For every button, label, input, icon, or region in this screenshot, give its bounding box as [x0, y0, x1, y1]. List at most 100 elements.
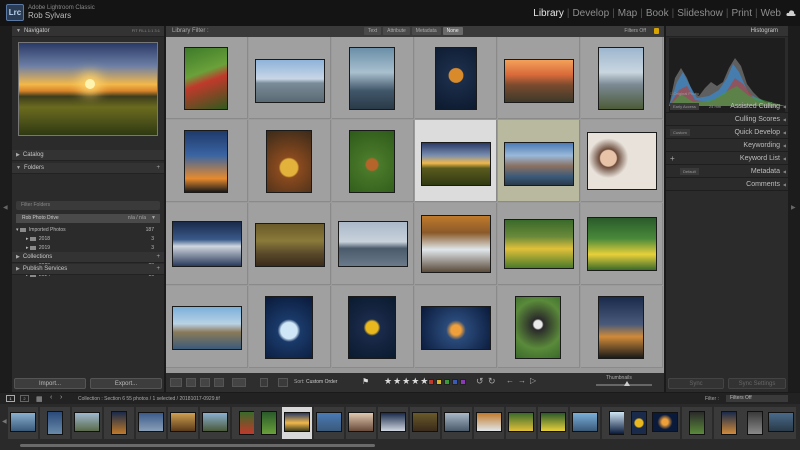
module-slideshow[interactable]: Slideshow	[674, 8, 726, 19]
painter-icon[interactable]	[260, 378, 268, 387]
photo-thumbnail[interactable]	[504, 59, 574, 103]
filmstrip-thumb[interactable]	[346, 407, 376, 439]
color-label-blue[interactable]	[452, 379, 458, 385]
photo-thumbnail[interactable]	[348, 296, 396, 359]
photo-thumbnail[interactable]	[348, 412, 374, 432]
grid-cell[interactable]	[498, 286, 580, 368]
survey-view-button[interactable]	[214, 378, 224, 387]
photo-thumbnail[interactable]	[412, 412, 438, 432]
photo-thumbnail[interactable]	[170, 412, 196, 432]
primary-window-button[interactable]: 1	[6, 395, 15, 402]
photo-thumbnail[interactable]	[349, 130, 395, 193]
photo-thumbnail[interactable]	[504, 142, 574, 186]
slider-knob-icon[interactable]	[624, 381, 630, 386]
filter-none-tab[interactable]: None	[442, 27, 463, 35]
filmstrip-thumb[interactable]	[40, 407, 70, 439]
filmstrip-thumb[interactable]	[570, 407, 600, 439]
photo-thumbnail[interactable]	[255, 223, 325, 267]
photo-thumbnail[interactable]	[540, 412, 566, 432]
grid-cell-selected[interactable]	[415, 120, 497, 202]
custom-preset-dropdown[interactable]: Custom	[670, 129, 690, 136]
volume-row[interactable]: Rob Photo Drive n/a / n/a ▼	[16, 214, 160, 223]
filter-text-tab[interactable]: Text	[364, 27, 382, 35]
sort-direction-icon[interactable]	[278, 378, 288, 387]
photo-thumbnail[interactable]	[508, 412, 534, 432]
photo-thumbnail[interactable]	[609, 411, 625, 435]
grid-cell[interactable]	[249, 203, 331, 285]
grid-cell[interactable]	[415, 286, 497, 368]
module-map[interactable]: Map	[615, 8, 640, 19]
people-view-button[interactable]	[232, 378, 246, 387]
photo-thumbnail[interactable]	[184, 130, 228, 193]
forward-arrow-icon[interactable]: ›	[60, 394, 62, 401]
photo-thumbnail[interactable]	[202, 412, 228, 432]
photo-thumbnail[interactable]	[631, 411, 647, 435]
import-button[interactable]: Import...	[14, 378, 86, 389]
grid-icon[interactable]: ▦	[36, 395, 43, 403]
module-library[interactable]: Library	[530, 8, 567, 19]
photo-thumbnail[interactable]	[515, 296, 561, 359]
photo-thumbnail[interactable]	[111, 411, 127, 435]
photo-thumbnail[interactable]	[316, 412, 342, 432]
folder-row[interactable]: ▸ 2018 3	[16, 235, 160, 244]
grid-cell[interactable]	[332, 120, 414, 202]
collections-header[interactable]: ▶ Collections +	[12, 252, 164, 263]
filmstrip-thumb[interactable]	[168, 407, 198, 439]
grid-cell[interactable]	[166, 286, 248, 368]
secondary-window-button[interactable]: 2	[20, 395, 29, 402]
sync-settings-button[interactable]: Sync Settings	[728, 378, 786, 389]
filmstrip-thumb[interactable]	[538, 407, 568, 439]
photo-thumbnail[interactable]	[172, 221, 242, 267]
color-label-purple[interactable]	[460, 379, 466, 385]
folder-filter-input[interactable]: Filter Folders	[16, 201, 160, 210]
photo-thumbnail[interactable]	[421, 215, 491, 273]
filmstrip-thumb[interactable]	[378, 407, 408, 439]
filmstrip-thumb[interactable]	[506, 407, 536, 439]
photo-thumbnail[interactable]	[721, 411, 737, 435]
photo-thumbnail[interactable]	[172, 306, 242, 350]
filmstrip-thumb[interactable]	[200, 407, 230, 439]
photo-thumbnail[interactable]	[444, 412, 470, 432]
photo-thumbnail[interactable]	[598, 47, 644, 110]
metadata-header[interactable]: Default Metadata ◀	[666, 166, 788, 178]
module-book[interactable]: Book	[643, 8, 672, 19]
flag-icon[interactable]: ⚑	[362, 377, 369, 386]
grid-cell[interactable]	[498, 203, 580, 285]
navigator-preview[interactable]	[18, 42, 158, 136]
back-arrow-icon[interactable]: ‹	[50, 394, 52, 401]
slideshow-play-icon[interactable]: ▷	[530, 376, 536, 385]
photo-thumbnail[interactable]	[768, 412, 794, 432]
next-arrow-icon[interactable]: →	[518, 376, 526, 385]
photo-thumbnail[interactable]	[255, 59, 325, 103]
keyword-list-header[interactable]: + Keyword List ◀	[666, 153, 788, 165]
catalog-header[interactable]: ▶ Catalog	[12, 150, 164, 161]
filter-metadata-tab[interactable]: Metadata	[411, 27, 441, 35]
module-develop[interactable]: Develop	[569, 8, 612, 19]
add-keyword-icon[interactable]: +	[670, 154, 675, 163]
photo-thumbnail[interactable]	[265, 296, 313, 359]
filmstrip-thumb[interactable]	[410, 407, 440, 439]
photo-thumbnail[interactable]	[47, 411, 63, 435]
filmstrip-thumb[interactable]	[474, 407, 504, 439]
rating-stars[interactable]: ★★★★★	[384, 376, 429, 387]
color-label-green[interactable]	[444, 379, 450, 385]
photo-thumbnail[interactable]	[184, 47, 228, 110]
filmstrip-thumb[interactable]	[442, 407, 472, 439]
filmstrip-thumb[interactable]	[136, 407, 166, 439]
filmstrip-thumb[interactable]	[314, 407, 344, 439]
publish-services-header[interactable]: ▶ Publish Services +	[12, 264, 164, 275]
photo-thumbnail[interactable]	[338, 221, 408, 267]
grid-cell[interactable]	[166, 203, 248, 285]
metadata-preset-dropdown[interactable]: Default	[680, 168, 699, 175]
folder-row[interactable]: ▾ Imported Photos 187	[16, 226, 160, 235]
grid-cell[interactable]	[332, 37, 414, 119]
grid-cell[interactable]	[581, 286, 663, 368]
photo-thumbnail[interactable]	[10, 412, 36, 432]
filter-lock-icon[interactable]	[654, 28, 659, 34]
photo-thumbnail[interactable]	[74, 412, 100, 432]
grid-cell[interactable]	[249, 286, 331, 368]
filmstrip-thumb[interactable]	[254, 407, 284, 439]
grid-cell[interactable]	[498, 37, 580, 119]
compare-view-button[interactable]	[200, 378, 210, 387]
culling-scores-header[interactable]: Culling Scores ◀	[666, 114, 788, 126]
